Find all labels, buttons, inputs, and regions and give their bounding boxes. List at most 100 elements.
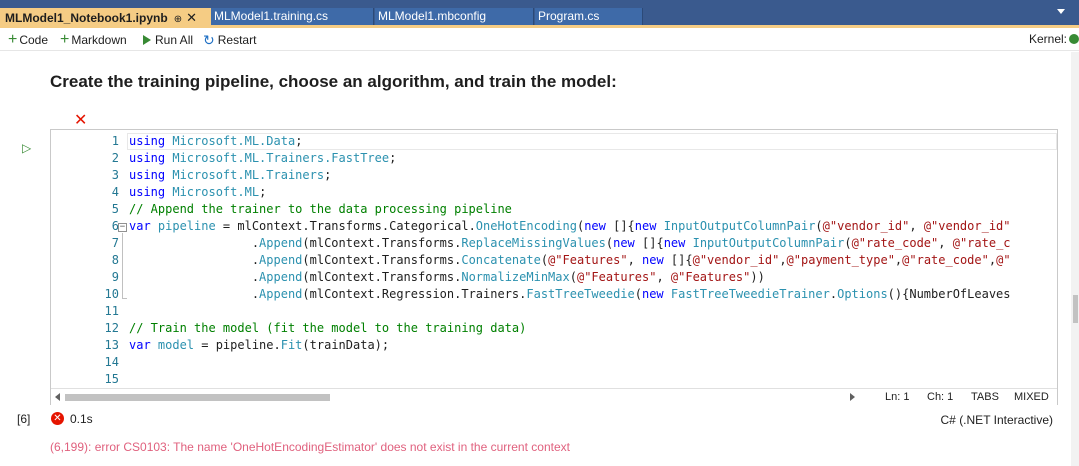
- code-line: using Microsoft.ML.Trainers.FastTree;: [129, 150, 396, 167]
- code-token: using: [129, 134, 173, 148]
- code-token: @"rate_code": [902, 253, 989, 267]
- line-number: 12: [104, 321, 119, 335]
- plus-icon: +: [60, 31, 70, 48]
- line-number: 4: [111, 185, 119, 199]
- scroll-right-icon[interactable]: [850, 393, 855, 401]
- code-line: var model = pipeline.Fit(trainData);: [129, 337, 389, 354]
- horizontal-scrollbar-thumb[interactable]: [65, 394, 330, 401]
- tab-training-cs[interactable]: MLModel1.training.cs: [211, 8, 374, 25]
- code-line: using Microsoft.ML;: [129, 184, 266, 201]
- vertical-scrollbar[interactable]: [1071, 52, 1079, 466]
- code-token: new: [663, 236, 686, 250]
- code-token: .: [829, 287, 838, 301]
- code-token: []{: [634, 236, 664, 250]
- code-token: .: [129, 270, 260, 284]
- code-token: Fit: [280, 338, 303, 352]
- error-icon: ✕: [51, 412, 64, 425]
- tab-label: MLModel1.mbconfig: [378, 9, 487, 23]
- line-endings-indicator[interactable]: MIXED: [1014, 391, 1049, 403]
- code-token: ,: [938, 236, 953, 250]
- plus-icon: +: [8, 31, 18, 48]
- code-token: new: [642, 253, 664, 267]
- code-token: ;: [324, 168, 332, 182]
- tab-program-cs[interactable]: Program.cs: [535, 8, 643, 25]
- code-token: ;: [259, 185, 267, 199]
- tab-label: MLModel1.training.cs: [214, 9, 329, 23]
- code-token: (mlContext.Transforms.: [302, 253, 462, 267]
- code-token: @"vendor_id": [692, 253, 780, 267]
- code-token: Microsoft.ML.Trainers: [172, 168, 325, 182]
- code-token: ,: [988, 253, 997, 267]
- code-token: ,: [909, 219, 924, 233]
- kernel-status-icon: [1069, 34, 1079, 44]
- kernel-indicator[interactable]: Kernel:: [1029, 32, 1079, 46]
- error-output: (6,199): error CS0103: The name 'OneHotE…: [50, 440, 570, 454]
- code-text-area[interactable]: using Microsoft.ML.Data; using Microsoft.…: [127, 130, 1057, 390]
- code-line: // Train the model (fit the model to the…: [129, 320, 526, 337]
- add-markdown-cell-button[interactable]: + Markdown: [60, 32, 127, 48]
- scroll-left-icon[interactable]: [55, 393, 60, 401]
- code-token: model: [157, 338, 195, 352]
- code-token: (mlContext.Transforms.: [302, 236, 462, 250]
- code-line: using Microsoft.ML.Data;: [129, 133, 302, 150]
- line-number: 6: [111, 219, 119, 233]
- restart-icon: ↻: [203, 32, 215, 48]
- code-line: .Append(mlContext.Transforms.Concatenate…: [129, 252, 1011, 269]
- code-token: ;: [295, 134, 303, 148]
- scrollbar-thumb[interactable]: [1073, 295, 1078, 323]
- code-token: Concatenate: [461, 253, 541, 267]
- cell-language-selector[interactable]: C# (.NET Interactive): [941, 413, 1053, 427]
- column-indicator[interactable]: Ch: 1: [927, 391, 953, 403]
- collapse-icon[interactable]: −: [118, 223, 127, 232]
- run-all-button[interactable]: Run All: [143, 32, 193, 48]
- run-cell-icon[interactable]: ▷: [22, 141, 31, 155]
- tab-notebook[interactable]: MLModel1_Notebook1.ipynb ⊕ ✕: [0, 8, 211, 28]
- code-token: ;: [389, 151, 397, 165]
- line-number-gutter: 1 2 3 4 5 6 7 8 9 10 11 12 13 14 15: [51, 130, 119, 390]
- execution-count: [6]: [17, 412, 31, 426]
- line-number: 7: [111, 236, 119, 250]
- code-token: (: [634, 287, 642, 301]
- line-number: 10: [104, 287, 119, 301]
- code-token: (){NumberOfLeaves: [887, 287, 1011, 301]
- code-token: // Append the trainer to the data proces…: [129, 202, 512, 216]
- tab-list-dropdown-icon[interactable]: [1057, 9, 1065, 14]
- code-token: ,: [656, 270, 671, 284]
- code-token: (: [540, 253, 549, 267]
- code-token: var: [129, 219, 158, 233]
- tab-mbconfig[interactable]: MLModel1.mbconfig: [375, 8, 534, 25]
- code-token: Microsoft.ML.Data: [172, 134, 296, 148]
- markdown-heading: Create the training pipeline, choose an …: [50, 72, 617, 91]
- close-icon[interactable]: ✕: [186, 10, 197, 25]
- indent-indicator[interactable]: TABS: [971, 391, 999, 403]
- code-token: @"rate_c: [952, 236, 1011, 250]
- code-token: ,: [627, 253, 643, 267]
- code-token: @"vendor_id": [822, 219, 910, 233]
- play-icon: [143, 35, 151, 45]
- code-token: new: [613, 236, 635, 250]
- code-token: .: [129, 236, 260, 250]
- line-number: 1: [111, 134, 119, 148]
- line-number: 11: [104, 304, 119, 318]
- code-token: InputOutputColumnPair: [692, 236, 845, 250]
- code-token: @"Features": [548, 253, 628, 267]
- code-token: .: [129, 253, 260, 267]
- add-code-cell-button[interactable]: + Code: [8, 32, 48, 48]
- code-token: []{: [605, 219, 635, 233]
- code-token: Append: [259, 236, 303, 250]
- pin-icon[interactable]: ⊕: [174, 14, 182, 25]
- code-token: InputOutputColumnPair: [663, 219, 816, 233]
- code-token: ReplaceMissingValues: [461, 236, 606, 250]
- code-token: (: [569, 270, 577, 284]
- code-token: var: [129, 338, 158, 352]
- code-token: = mlContext.Transforms.Categorical.: [215, 219, 476, 233]
- code-token: using: [129, 185, 173, 199]
- delete-cell-icon[interactable]: ✕: [74, 112, 87, 128]
- code-cell-editor[interactable]: 1 2 3 4 5 6 7 8 9 10 11 12 13 14 15 − using Microsoft.…: [50, 129, 1058, 405]
- restart-kernel-button[interactable]: ↻ Restart: [203, 32, 256, 48]
- line-indicator[interactable]: Ln: 1: [885, 391, 909, 403]
- code-line: .Append(mlContext.Transforms.ReplaceMiss…: [129, 235, 1011, 252]
- line-number: 2: [111, 151, 119, 165]
